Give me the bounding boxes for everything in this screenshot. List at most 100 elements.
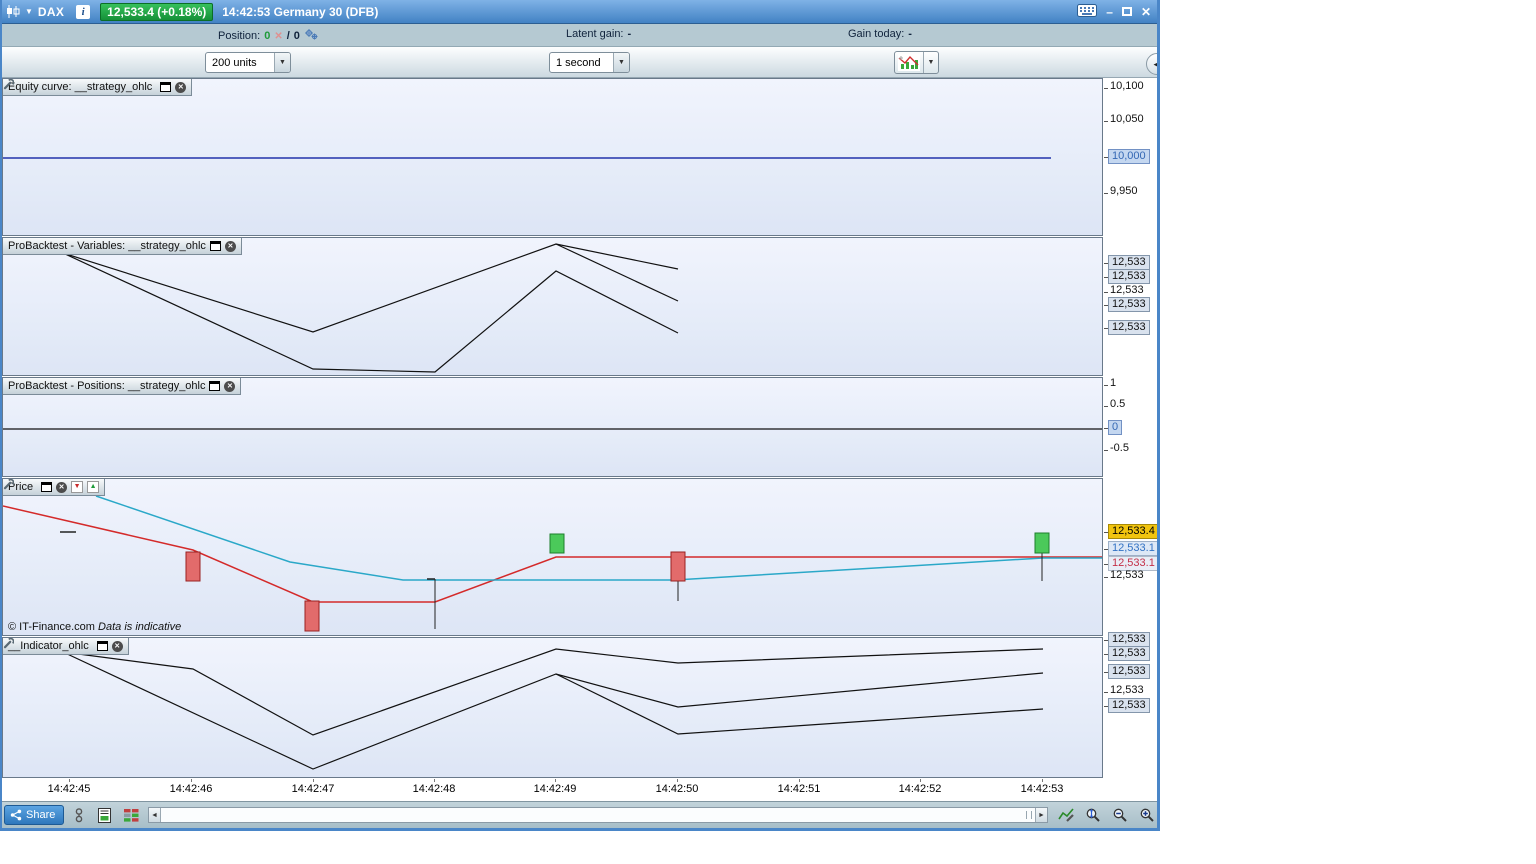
chart-type-icon (895, 53, 923, 72)
variables-axis-tick (1104, 292, 1108, 293)
chart-type-button[interactable]: ▼ (894, 51, 939, 74)
symbol-label[interactable]: DAX (38, 5, 64, 19)
price-chart[interactable] (3, 479, 1102, 635)
chart-edit-icon[interactable] (1057, 806, 1075, 824)
timeframe-value: 1 second (556, 56, 601, 69)
price-badge: 12,533.4 (+0.18%) (100, 2, 214, 21)
panel-probacktest-variables: ProBacktest - Variables: __strategy_ohlc… (2, 237, 1103, 376)
close-panel-icon[interactable]: ✕ (56, 481, 68, 493)
chart-type-caret-icon[interactable]: ▼ (923, 52, 938, 73)
scrollbar-grip[interactable] (1026, 811, 1032, 819)
zoom-in-icon[interactable] (1138, 806, 1156, 824)
news-report-icon[interactable] (95, 806, 113, 824)
variables-chart[interactable] (3, 238, 1102, 375)
time-axis-label: 14:42:52 (898, 783, 942, 795)
zoom-out-icon[interactable] (1111, 806, 1129, 824)
maximize-button[interactable] (1121, 7, 1132, 16)
time-axis-tick (677, 779, 678, 782)
positions-panel-title: ProBacktest - Positions: __strategy_ohlc (8, 380, 206, 392)
scroll-left-button[interactable]: ◄ (149, 808, 161, 822)
units-caret-icon[interactable]: ▼ (274, 53, 290, 72)
bottom-toolbar: Share ◄ ► (0, 801, 1157, 828)
sell-arrow-icon[interactable]: ▼ (71, 481, 84, 493)
indicator-panel-header: __Indicator_ohlc ✕ (3, 638, 129, 655)
orders-gear-icon[interactable] (304, 28, 319, 44)
time-axis[interactable]: 14:42:45 14:42:46 14:42:47 14:42:48 14:42:49… (2, 779, 1103, 801)
chain-link-icon[interactable] (70, 806, 88, 824)
price-axis-label: 12,533 (1110, 569, 1144, 581)
gain-today-value: - (908, 28, 912, 40)
timeframe-select[interactable]: 1 second ▼ (549, 52, 630, 73)
panel-indicator-ohlc: __Indicator_ohlc ✕ (2, 637, 1103, 778)
share-label: Share (26, 809, 56, 821)
variables-axis-label: 12,533 (1108, 320, 1150, 335)
detach-window-icon[interactable] (209, 381, 221, 391)
window-right-edge (1157, 0, 1160, 831)
indicator-chart[interactable] (3, 638, 1102, 777)
close-position-icon[interactable]: ✕ (274, 31, 282, 42)
keyboard-icon[interactable] (1077, 3, 1098, 20)
position-slash: / (286, 30, 290, 42)
close-panel-icon[interactable]: ✕ (111, 640, 123, 652)
panel-equity-curve: Equity curve: __strategy_ohlc ✕ (2, 78, 1103, 236)
minimize-button[interactable]: – (1106, 5, 1113, 19)
panel-probacktest-positions: ProBacktest - Positions: __strategy_ohlc… (2, 377, 1103, 477)
detach-window-icon[interactable] (41, 482, 53, 492)
price-axis-strip[interactable]: 10,100 10,050 10,000 9,950 12,533 12,533 12,53… (1104, 78, 1159, 801)
trading-platform-window: ▼ DAX i 12,533.4 (+0.18%) 14:42:53 Germa… (0, 0, 1160, 831)
equity-axis-label: 10,100 (1110, 80, 1144, 92)
scroll-right-button[interactable]: ► (1035, 808, 1047, 822)
share-button[interactable]: Share (4, 805, 65, 825)
time-axis-label: 14:42:48 (412, 783, 456, 795)
market-depth-icon[interactable] (122, 806, 140, 824)
window-left-edge (0, 0, 2, 831)
detach-window-icon[interactable] (209, 241, 221, 251)
positions-axis-tick (1104, 385, 1108, 386)
copyright-note: © IT-Finance.com Data is indicative (8, 621, 181, 633)
position-label: Position: (218, 30, 261, 42)
fit-vertical-zoom-icon[interactable] (1084, 806, 1102, 824)
buy-arrow-icon[interactable]: ▲ (87, 481, 100, 493)
session-info: 14:42:53 Germany 30 (DFB) (222, 4, 379, 19)
time-axis-tick (191, 779, 192, 782)
detach-window-icon[interactable] (160, 82, 172, 92)
close-panel-icon[interactable]: ✕ (224, 380, 236, 392)
indicator-axis-tick (1104, 692, 1108, 693)
equity-axis-tick (1104, 193, 1108, 194)
positions-axis-label: -0.5 (1110, 442, 1129, 454)
timeframe-caret-icon[interactable]: ▼ (613, 53, 629, 72)
equity-chart[interactable] (3, 79, 1102, 235)
close-panel-icon[interactable]: ✕ (175, 81, 187, 93)
equity-panel-title: Equity curve: __strategy_ohlc (8, 81, 153, 93)
variables-panel-header: ProBacktest - Variables: __strategy_ohlc… (3, 238, 242, 255)
indicative-note: Data is indicative (98, 621, 182, 633)
info-icon[interactable]: i (76, 4, 91, 19)
close-window-button[interactable]: ✕ (1141, 5, 1151, 19)
time-axis-tick (1042, 779, 1043, 782)
panel-price: Price ✕ ▼ ▲ © IT-Finance.com Data is ind… (2, 478, 1103, 636)
instrument-dropdown-icon[interactable]: ▼ (25, 7, 33, 16)
title-bar: ▼ DAX i 12,533.4 (+0.18%) 14:42:53 Germa… (0, 0, 1157, 24)
indicator-axis-label: 12,533 (1110, 684, 1144, 696)
equity-axis-tick (1104, 88, 1108, 89)
time-axis-tick (920, 779, 921, 782)
time-axis-tick (799, 779, 800, 782)
units-value: 200 units (212, 56, 257, 69)
horizontal-scrollbar[interactable]: ◄ ► (148, 807, 1048, 823)
time-axis-label: 14:42:51 (777, 783, 821, 795)
variables-axis-label: 12,533 (1108, 255, 1150, 270)
equity-axis-label: 10,000 (1108, 149, 1150, 164)
scrollbar-thumb[interactable] (161, 808, 1035, 822)
latent-gain-value: - (627, 28, 632, 40)
price-panel-header: Price ✕ ▼ ▲ (3, 479, 106, 496)
gain-today-label: Gain today: (848, 28, 905, 40)
price-axis-tick (1104, 577, 1108, 578)
candlestick-instrument-icon (5, 5, 21, 18)
detach-window-icon[interactable] (96, 641, 108, 651)
positions-axis-label: 0 (1108, 420, 1123, 435)
time-axis-label: 14:42:53 (1020, 783, 1064, 795)
time-axis-label: 14:42:46 (169, 783, 213, 795)
close-panel-icon[interactable]: ✕ (224, 240, 236, 252)
units-select[interactable]: 200 units ▼ (205, 52, 291, 73)
equity-axis-tick (1104, 121, 1108, 122)
